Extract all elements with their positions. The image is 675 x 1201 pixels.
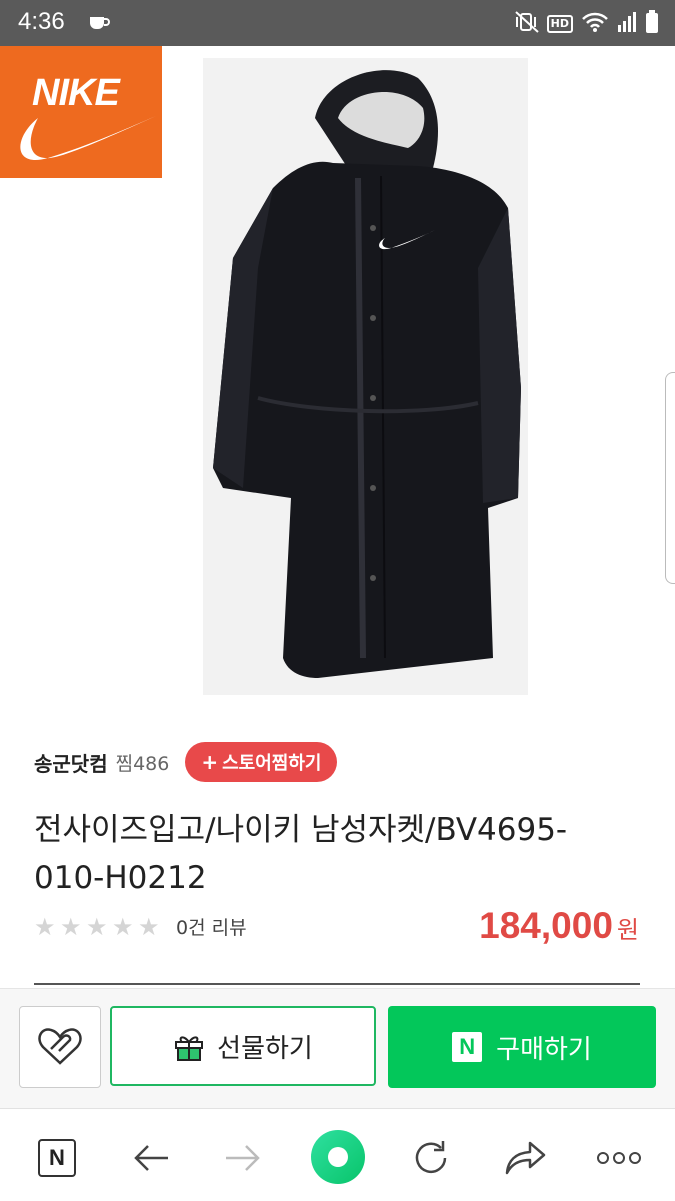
share-icon[interactable]	[500, 1133, 550, 1183]
gift-button[interactable]: 선물하기	[110, 1006, 376, 1086]
brand-logo: NIKE	[0, 46, 162, 178]
store-favorite-label: 스토어찜하기	[222, 753, 322, 774]
naver-pay-icon: N	[452, 1032, 483, 1062]
gift-icon	[175, 1036, 204, 1061]
purchase-action-bar: 선물하기 N 구매하기	[0, 988, 675, 1109]
star-icon: ★	[112, 912, 134, 941]
price: 184,000 원	[479, 905, 639, 947]
back-arrow-icon[interactable]	[126, 1133, 176, 1183]
store-zzim-count: 찜486	[115, 752, 170, 775]
hd-voice-icon: HD	[546, 15, 573, 33]
product-image[interactable]	[203, 58, 528, 695]
star-icon: ★	[86, 912, 108, 941]
price-value: 184,000	[479, 905, 613, 946]
coffee-cup-icon	[88, 12, 110, 36]
battery-icon	[645, 10, 659, 38]
star-icon: ★	[138, 912, 160, 941]
store-favorite-button[interactable]: + 스토어찜하기	[185, 742, 338, 782]
buy-button[interactable]: N 구매하기	[388, 1006, 656, 1088]
gift-label: 선물하기	[217, 1033, 313, 1064]
star-icon: ★	[60, 912, 82, 941]
browser-nav-bar: N	[0, 1108, 675, 1201]
rating-stars: ★ ★ ★ ★ ★	[34, 915, 162, 939]
naver-n-icon[interactable]: N	[32, 1133, 82, 1183]
green-dot-home-icon[interactable]	[310, 1129, 366, 1185]
store-name[interactable]: 송군닷컴	[34, 748, 108, 777]
status-bar: 4:36 HD	[0, 0, 675, 46]
more-dots-icon[interactable]	[594, 1133, 644, 1183]
review-count[interactable]: 0건 리뷰	[176, 913, 247, 940]
plus-icon: +	[201, 750, 219, 774]
buy-label: 구매하기	[496, 1034, 592, 1065]
signal-icon	[617, 11, 637, 37]
wishlist-button[interactable]	[19, 1006, 101, 1088]
refresh-icon[interactable]	[406, 1133, 456, 1183]
product-title: 전사이즈입고/나이키 남성자켓/BV4695-010-H0212	[34, 812, 568, 896]
star-icon: ★	[34, 912, 56, 941]
divider	[34, 983, 640, 985]
store-row: 송군닷컴 찜486 + 스토어찜하기	[34, 742, 338, 782]
wifi-icon	[581, 11, 609, 37]
status-icons: HD	[514, 10, 659, 38]
review-row[interactable]: ★ ★ ★ ★ ★ 0건 리뷰	[34, 913, 247, 940]
nike-swoosh-icon	[20, 116, 157, 160]
side-scroll-handle[interactable]	[665, 372, 675, 584]
forward-arrow-icon[interactable]	[218, 1133, 268, 1183]
n-label: N	[38, 1139, 76, 1177]
status-time: 4:36	[18, 8, 65, 35]
mute-vibrate-icon	[514, 11, 539, 37]
heart-icon	[38, 1028, 82, 1065]
price-currency: 원	[616, 916, 639, 944]
